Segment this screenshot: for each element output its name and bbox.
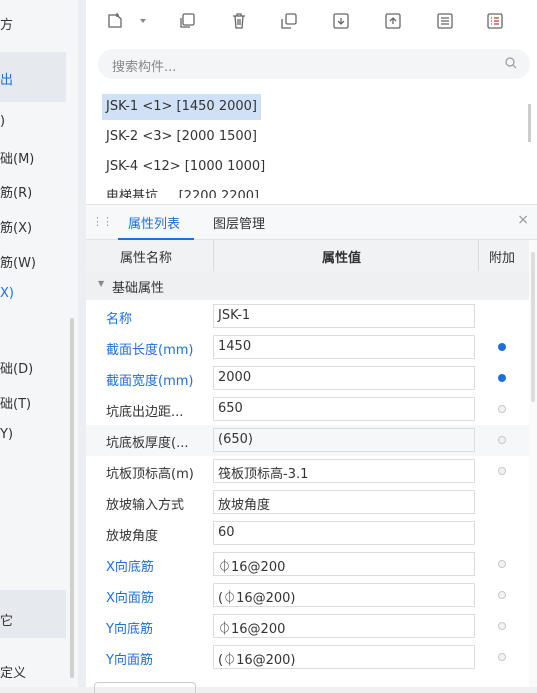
left-nav-item[interactable]: 础(D) (0, 358, 33, 377)
bottom-button[interactable] (94, 682, 196, 693)
property-name: 截面长度(mm) (106, 343, 194, 358)
left-nav-item[interactable]: 筋(X) (0, 217, 32, 236)
property-name: 坑底板厚度(... (106, 436, 189, 451)
delete-icon[interactable] (226, 8, 252, 34)
list-icon[interactable] (482, 8, 508, 34)
left-nav-item[interactable]: 础(T) (0, 393, 31, 412)
extra-checkbox[interactable] (498, 653, 506, 661)
property-value-field[interactable]: 1450 (213, 335, 475, 359)
left-nav-item[interactable]: 方 (0, 14, 13, 33)
property-value-field[interactable]: ⏀16@200 (213, 614, 475, 638)
property-row[interactable]: 坑底出边距... 650 (86, 394, 529, 425)
left-nav-item[interactable]: 它 (0, 610, 13, 629)
component-list: JSK-1 <1> [1450 2000] JSK-2 <3> [2000 15… (86, 88, 537, 198)
extra-checkbox[interactable] (498, 405, 506, 413)
property-value-field[interactable]: 650 (213, 397, 475, 421)
extra-checkbox[interactable] (498, 343, 506, 351)
collapse-arrow-icon[interactable]: ▼ (98, 279, 104, 288)
property-row[interactable]: 放坡输入方式 放坡角度 (86, 487, 529, 518)
left-nav-item[interactable]: 定义 (0, 662, 26, 681)
property-value-field[interactable]: (650) (213, 428, 475, 452)
toolbar (86, 0, 537, 44)
left-nav-item[interactable]: X) (0, 286, 14, 301)
new-component-icon[interactable] (102, 8, 128, 34)
col-separator (478, 240, 479, 271)
property-row[interactable]: 名称 JSK-1 (86, 301, 529, 332)
grip-icon[interactable]: ⋮⋮ (92, 215, 113, 228)
dropdown-arrow-icon[interactable] (136, 8, 150, 34)
list-item[interactable]: JSK-1 <1> [1450 2000] (102, 94, 261, 120)
close-icon[interactable]: × (517, 212, 529, 228)
property-row[interactable]: 放坡角度 60 (86, 518, 529, 549)
extra-checkbox[interactable] (498, 560, 506, 568)
property-value-field[interactable]: JSK-1 (213, 304, 475, 328)
property-name: 名称 (106, 312, 133, 327)
property-row[interactable]: 坑底板厚度(... (650) (86, 425, 529, 456)
property-name: Y向面筋 (106, 653, 153, 668)
extra-checkbox[interactable] (498, 467, 506, 475)
group-row[interactable]: ▼ 基础属性 (86, 271, 529, 300)
left-nav-item[interactable]: 出 (0, 69, 13, 88)
panel-divider[interactable] (78, 0, 86, 687)
property-value-field[interactable]: 放坡角度 (213, 490, 475, 514)
component-panel: 搜索构件... JSK-1 <1> [1450 2000] JSK-2 <3> … (86, 0, 537, 693)
col-extra-header: 附加 (489, 251, 516, 266)
extra-checkbox[interactable] (498, 591, 506, 599)
list-scrollbar[interactable] (528, 104, 531, 142)
grid-scrollbar[interactable] (529, 240, 537, 687)
grid-header: 属性名称 属性值 附加 (86, 240, 529, 272)
search-icon[interactable] (504, 56, 518, 70)
left-nav-item[interactable]: 础(M) (0, 148, 34, 167)
property-name: 坑底出边距... (106, 405, 184, 420)
search-input[interactable]: 搜索构件... (112, 56, 176, 75)
layer-copy-icon[interactable] (276, 8, 302, 34)
copy-icon[interactable] (174, 8, 200, 34)
export-icon[interactable] (380, 8, 406, 34)
property-name: 放坡输入方式 (106, 498, 185, 513)
group-label: 基础属性 (112, 281, 165, 296)
properties-icon[interactable] (432, 8, 458, 34)
property-row[interactable]: 截面宽度(mm) 2000 (86, 363, 529, 394)
property-value-field[interactable]: (⏀16@200) (213, 645, 475, 669)
property-name: X向底筋 (106, 560, 154, 575)
col-value-header: 属性值 (322, 251, 362, 266)
property-row[interactable]: 坑板顶标高(m) 筏板顶标高-3.1 (86, 456, 529, 487)
left-nav-item[interactable]: 筋(W) (0, 252, 36, 271)
list-item[interactable]: 电梯基坑 ... [2200 2200] (102, 184, 263, 198)
extra-checkbox[interactable] (498, 622, 506, 630)
property-value-field[interactable]: (⏀16@200) (213, 583, 475, 607)
tab-properties[interactable]: 属性列表 (128, 213, 180, 232)
property-row[interactable]: X向面筋 (⏀16@200) (86, 580, 529, 611)
property-value-field[interactable]: 60 (213, 521, 475, 545)
property-name: X向面筋 (106, 591, 154, 606)
extra-checkbox[interactable] (498, 436, 506, 444)
list-item[interactable]: JSK-2 <3> [2000 1500] (102, 124, 261, 150)
property-value-field[interactable]: 2000 (213, 366, 475, 390)
left-nav-item[interactable]: Y) (0, 427, 13, 442)
col-name-header: 属性名称 (120, 251, 173, 266)
left-nav-panel: 方 出 ) 础(M) 筋(R) 筋(X) 筋(W) X) 础(D) 础(T) Y… (0, 0, 86, 687)
left-nav-item[interactable]: 筋(R) (0, 182, 32, 201)
list-item[interactable]: JSK-4 <12> [1000 1000] (102, 154, 269, 180)
property-value-field[interactable]: ⏀16@200 (213, 552, 475, 576)
import-icon[interactable] (328, 8, 354, 34)
property-name: 截面宽度(mm) (106, 374, 194, 389)
property-row[interactable]: X向底筋 ⏀16@200 (86, 549, 529, 580)
property-name: Y向底筋 (106, 622, 153, 637)
search-box[interactable]: 搜索构件... (98, 49, 530, 79)
scrollbar-thumb[interactable] (531, 252, 535, 402)
property-name: 坑板顶标高(m) (106, 467, 194, 482)
col-separator (213, 240, 214, 271)
left-scrollbar[interactable] (70, 318, 74, 678)
property-row[interactable]: 截面长度(mm) 1450 (86, 332, 529, 363)
tab-layers[interactable]: 图层管理 (213, 213, 265, 232)
panel-header: ⋮⋮ 属性列表 图层管理 × (86, 204, 537, 240)
property-row[interactable]: Y向面筋 (⏀16@200) (86, 642, 529, 673)
property-row[interactable]: Y向底筋 ⏀16@200 (86, 611, 529, 642)
property-name: 放坡角度 (106, 529, 159, 544)
left-nav-item[interactable]: ) (0, 114, 5, 129)
extra-checkbox[interactable] (498, 374, 506, 382)
property-value-field[interactable]: 筏板顶标高-3.1 (213, 459, 475, 483)
